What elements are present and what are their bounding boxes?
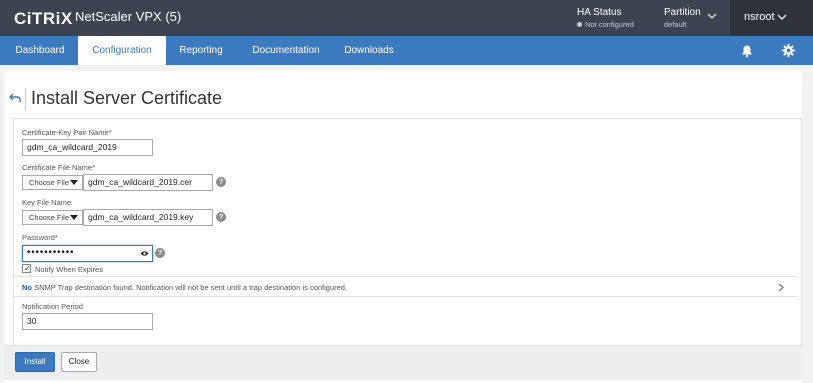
partition-value: default: [664, 20, 687, 29]
caret-down-icon: [70, 180, 78, 185]
bell-icon[interactable]: [740, 44, 754, 58]
help-icon[interactable]: ?: [216, 212, 226, 222]
checkmark-icon: ✓: [24, 264, 31, 273]
help-icon[interactable]: ?: [216, 177, 226, 187]
key-choose-file-button[interactable]: Choose File: [22, 210, 83, 225]
install-button[interactable]: Install: [15, 352, 55, 372]
password-input[interactable]: •••••••••••: [22, 245, 153, 262]
password-label: Password*: [22, 233, 58, 242]
key-file-label: Key File Name: [22, 198, 72, 207]
notification-period-input[interactable]: 30: [22, 313, 153, 330]
key-choose-file-label: Choose File: [29, 213, 70, 222]
snmp-warning-row[interactable]: No SNMP Trap destination found. Notifica…: [14, 276, 798, 297]
tab-documentation[interactable]: Documentation: [236, 36, 336, 65]
help-icon[interactable]: ?: [155, 248, 165, 258]
cert-key-pair-input[interactable]: gdm_ca_wildcard_2019: [22, 139, 153, 156]
cert-file-label: Certificate File Name*: [22, 163, 95, 172]
chevron-down-icon: [777, 14, 787, 20]
ha-status-value: Not configured: [585, 20, 634, 29]
main-nav: Dashboard Configuration Reporting Docume…: [0, 36, 813, 65]
snmp-no-label: No: [22, 283, 32, 292]
notify-label: Notify When Expires: [35, 265, 103, 274]
cert-choose-file-button[interactable]: Choose File: [22, 175, 83, 190]
page-title: Install Server Certificate: [31, 88, 223, 108]
user-menu[interactable]: nsroot: [730, 0, 813, 36]
gear-icon[interactable]: [781, 43, 796, 58]
eye-icon[interactable]: [140, 250, 149, 257]
close-button[interactable]: Close: [61, 352, 97, 372]
notification-period-label: Notification Period: [22, 302, 83, 311]
top-bar: CiTRiX NetScaler VPX (5) HA Status Not c…: [0, 0, 813, 36]
back-arrow-icon[interactable]: [9, 93, 21, 103]
cert-file-input[interactable]: gdm_ca_wildcard_2019.cer: [83, 174, 213, 191]
cert-choose-file-label: Choose File: [29, 178, 70, 187]
product-name: NetScaler VPX (5): [75, 9, 182, 24]
password-mask: •••••••••••: [26, 248, 74, 258]
key-file-input[interactable]: gdm_ca_wildcard_2019.key: [83, 209, 213, 226]
title-divider: [25, 88, 26, 110]
cert-key-pair-label: Certificate-Key Pair Name*: [22, 128, 112, 137]
caret-down-icon: [70, 215, 78, 220]
ha-status[interactable]: HA Status Not configured: [577, 7, 634, 29]
partition-label: Partition: [664, 7, 701, 18]
notify-checkbox[interactable]: ✓: [22, 264, 31, 273]
tab-downloads[interactable]: Downloads: [334, 36, 404, 65]
partition-selector[interactable]: Partition default: [664, 7, 701, 29]
tab-configuration[interactable]: Configuration: [78, 36, 166, 65]
status-dot-icon: [577, 22, 582, 27]
tab-reporting[interactable]: Reporting: [166, 36, 236, 65]
chevron-down-icon[interactable]: [707, 12, 717, 20]
button-bar: [4, 345, 802, 380]
tab-dashboard[interactable]: Dashboard: [0, 36, 80, 65]
citrix-logo[interactable]: CiTRiX: [14, 9, 73, 29]
chevron-right-icon: [778, 283, 784, 292]
snmp-message: SNMP Trap destination found. Notificatio…: [34, 283, 348, 292]
user-name: nsroot: [744, 11, 775, 23]
ha-status-label: HA Status: [577, 7, 622, 18]
